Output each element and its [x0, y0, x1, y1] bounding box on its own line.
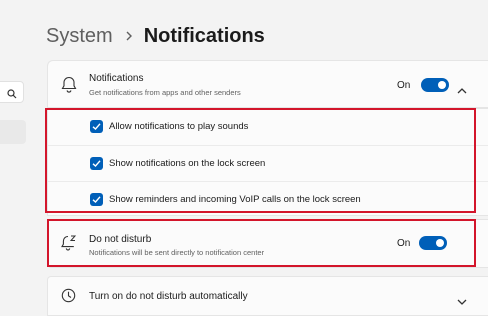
notifications-title: Notifications — [89, 73, 144, 84]
option-reminders-checkbox[interactable] — [90, 193, 103, 206]
option-sounds-checkbox[interactable] — [90, 120, 103, 133]
notifications-setting-row[interactable]: Notifications Get notifications from app… — [47, 60, 488, 108]
do-not-disturb-title: Do not disturb — [89, 234, 152, 245]
checkmark-icon — [92, 123, 101, 130]
option-row-reminders[interactable]: Show reminders and incoming VoIP calls o… — [48, 181, 488, 218]
nav-selected-item[interactable] — [0, 120, 26, 144]
bell-icon — [61, 76, 77, 99]
notifications-options: Allow notifications to play sounds Show … — [47, 108, 488, 216]
option-reminders-label: Show reminders and incoming VoIP calls o… — [109, 194, 361, 205]
do-not-disturb-row[interactable]: Do not disturb Notifications will be sen… — [47, 219, 488, 268]
checkmark-icon — [92, 160, 101, 167]
do-not-disturb-description: Notifications will be sent directly to n… — [89, 248, 265, 257]
auto-dnd-row[interactable]: Turn on do not disturb automatically — [47, 276, 488, 316]
checkmark-icon — [92, 196, 101, 203]
option-sounds-label: Allow notifications to play sounds — [109, 121, 249, 132]
notifications-state: On — [397, 80, 411, 91]
clock-icon — [61, 288, 77, 309]
page-title: Notifications — [143, 24, 265, 47]
do-not-disturb-state: On — [397, 238, 411, 249]
notifications-toggle[interactable] — [421, 78, 449, 92]
search-icon[interactable] — [7, 86, 17, 104]
breadcrumb: System Notifications — [46, 20, 265, 52]
auto-dnd-title: Turn on do not disturb automatically — [89, 291, 248, 302]
nav-search-box[interactable] — [0, 81, 24, 103]
chevron-up-icon[interactable] — [457, 81, 467, 99]
breadcrumb-system[interactable]: System — [46, 25, 113, 48]
bell-snooze-icon — [61, 234, 77, 257]
option-row-lock-screen[interactable]: Show notifications on the lock screen — [48, 145, 488, 182]
option-lock-screen-checkbox[interactable] — [90, 157, 103, 170]
do-not-disturb-toggle[interactable] — [419, 236, 447, 250]
option-lock-screen-label: Show notifications on the lock screen — [109, 158, 266, 169]
option-row-sounds[interactable]: Allow notifications to play sounds — [48, 109, 488, 145]
notifications-description: Get notifications from apps and other se… — [89, 88, 241, 97]
chevron-down-icon[interactable] — [457, 293, 467, 311]
chevron-right-icon — [125, 31, 133, 41]
